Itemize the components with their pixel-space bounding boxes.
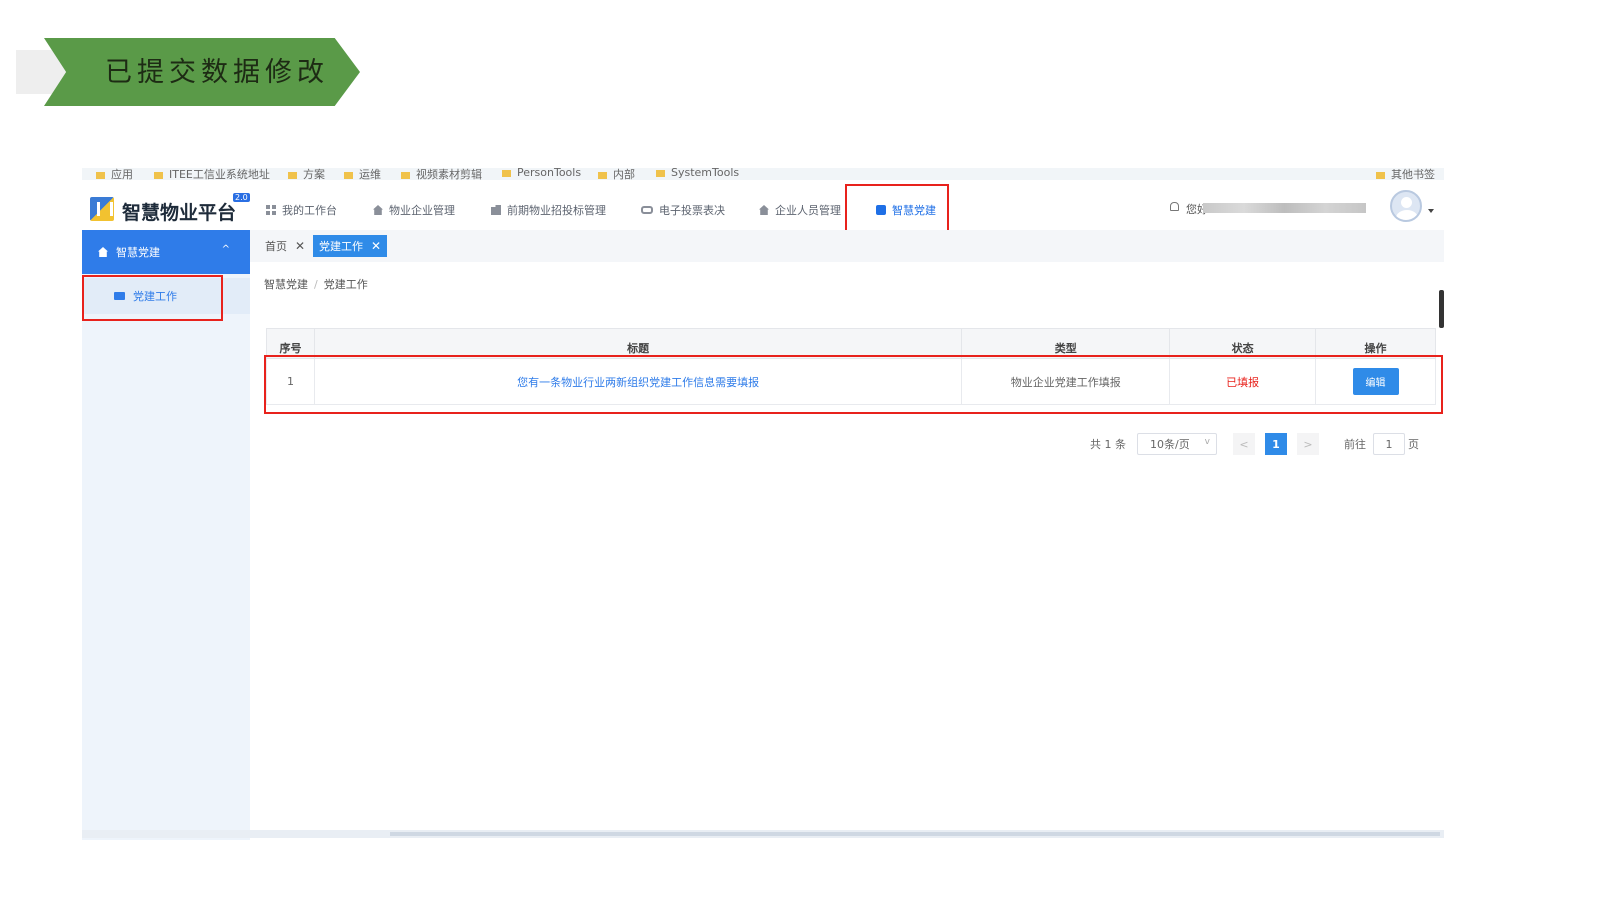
house-icon: [759, 205, 769, 215]
highlight-box-nav: [845, 184, 949, 232]
next-page-button[interactable]: >: [1297, 433, 1319, 455]
chevron-up-icon: ^: [221, 244, 230, 255]
tab-home[interactable]: 首页 ✕: [259, 235, 311, 257]
chevron-down-icon[interactable]: [1428, 209, 1434, 213]
bookmark-item[interactable]: 应用: [96, 168, 133, 180]
tab-bar: 首页 ✕ 党建工作 ✕: [250, 230, 1444, 262]
sidebar-group-label: 智慧党建: [116, 246, 160, 259]
breadcrumb-item[interactable]: 智慧党建: [264, 278, 308, 291]
user-info-redacted: [1203, 203, 1366, 213]
breadcrumb-separator: /: [314, 278, 318, 291]
nav-label: 电子投票表决: [659, 204, 725, 217]
sidebar: 智慧党建 ^ 党建工作: [82, 230, 250, 840]
tab-label: 党建工作: [319, 240, 363, 253]
bookmark-item[interactable]: ITEE工信业系统地址: [154, 168, 270, 180]
bookmarks-bar: 应用 ITEE工信业系统地址 方案 运维 视频素材剪辑 PersonTools …: [82, 168, 1444, 180]
close-icon[interactable]: ✕: [371, 239, 381, 253]
goto-suffix: 页: [1408, 438, 1419, 451]
avatar[interactable]: [1390, 190, 1422, 222]
goto-page-input[interactable]: 1: [1373, 433, 1405, 455]
nav-label: 前期物业招投标管理: [507, 204, 606, 217]
nav-property-enterprise[interactable]: 物业企业管理: [373, 202, 455, 218]
horizontal-scrollbar[interactable]: [390, 832, 1440, 836]
column-header: 标题: [313, 328, 963, 359]
app-logo-text: 智慧物业平台: [122, 202, 237, 224]
chevron-down-icon: v: [1204, 437, 1210, 447]
nav-my-workbench[interactable]: 我的工作台: [266, 202, 337, 218]
app-screenshot: 应用 ITEE工信业系统地址 方案 运维 视频素材剪辑 PersonTools …: [82, 168, 1444, 840]
bookmark-item[interactable]: PersonTools: [502, 168, 581, 179]
highlight-box-row: [264, 355, 1443, 414]
nav-e-voting[interactable]: 电子投票表决: [641, 202, 725, 218]
page-size-select[interactable]: 10条/页 v: [1137, 433, 1217, 455]
nav-label: 企业人员管理: [775, 204, 841, 217]
bookmark-item[interactable]: SystemTools: [656, 168, 739, 179]
nav-staff-management[interactable]: 企业人员管理: [759, 202, 841, 218]
breadcrumb-item: 党建工作: [323, 278, 368, 291]
breadcrumb: 智慧党建 / 党建工作: [264, 276, 368, 292]
sidebar-group-party-building[interactable]: 智慧党建 ^: [82, 230, 250, 274]
page-size-value: 10条/页: [1150, 438, 1190, 451]
nav-tender-management[interactable]: 前期物业招投标管理: [491, 202, 606, 218]
tab-label: 首页: [265, 240, 287, 253]
pagination-total: 共 1 条: [1090, 438, 1126, 451]
nav-label: 我的工作台: [282, 204, 337, 217]
version-badge: 2.0: [233, 193, 250, 202]
bell-icon[interactable]: [1170, 202, 1179, 211]
vertical-scrollbar[interactable]: [1439, 290, 1444, 328]
tab-party-work[interactable]: 党建工作 ✕: [313, 235, 388, 257]
nav-label: 物业企业管理: [389, 204, 455, 217]
bookmark-item[interactable]: 其他书签: [1376, 168, 1435, 180]
bookmark-item[interactable]: 视频素材剪辑: [401, 168, 482, 180]
highlight-box-sidebar: [82, 275, 223, 321]
house-icon: [373, 205, 383, 215]
logo-icon: [90, 197, 114, 221]
prev-page-button[interactable]: <: [1233, 433, 1255, 455]
close-icon[interactable]: ✕: [295, 239, 305, 253]
building-icon: [491, 205, 501, 215]
column-header: 类型: [961, 328, 1171, 359]
column-header: 操作: [1315, 328, 1436, 359]
bookmark-item[interactable]: 方案: [288, 168, 325, 180]
column-header: 状态: [1169, 328, 1317, 359]
column-header: 序号: [266, 328, 315, 359]
bookmark-item[interactable]: 运维: [344, 168, 381, 180]
slide-title: 已提交数据修改: [105, 57, 329, 88]
grid-icon: [266, 205, 276, 215]
vote-icon: [641, 206, 653, 214]
goto-prefix: 前往: [1344, 438, 1366, 451]
page-number-button[interactable]: 1: [1265, 433, 1287, 455]
bookmark-item[interactable]: 内部: [598, 168, 635, 180]
house-icon: [98, 247, 108, 257]
